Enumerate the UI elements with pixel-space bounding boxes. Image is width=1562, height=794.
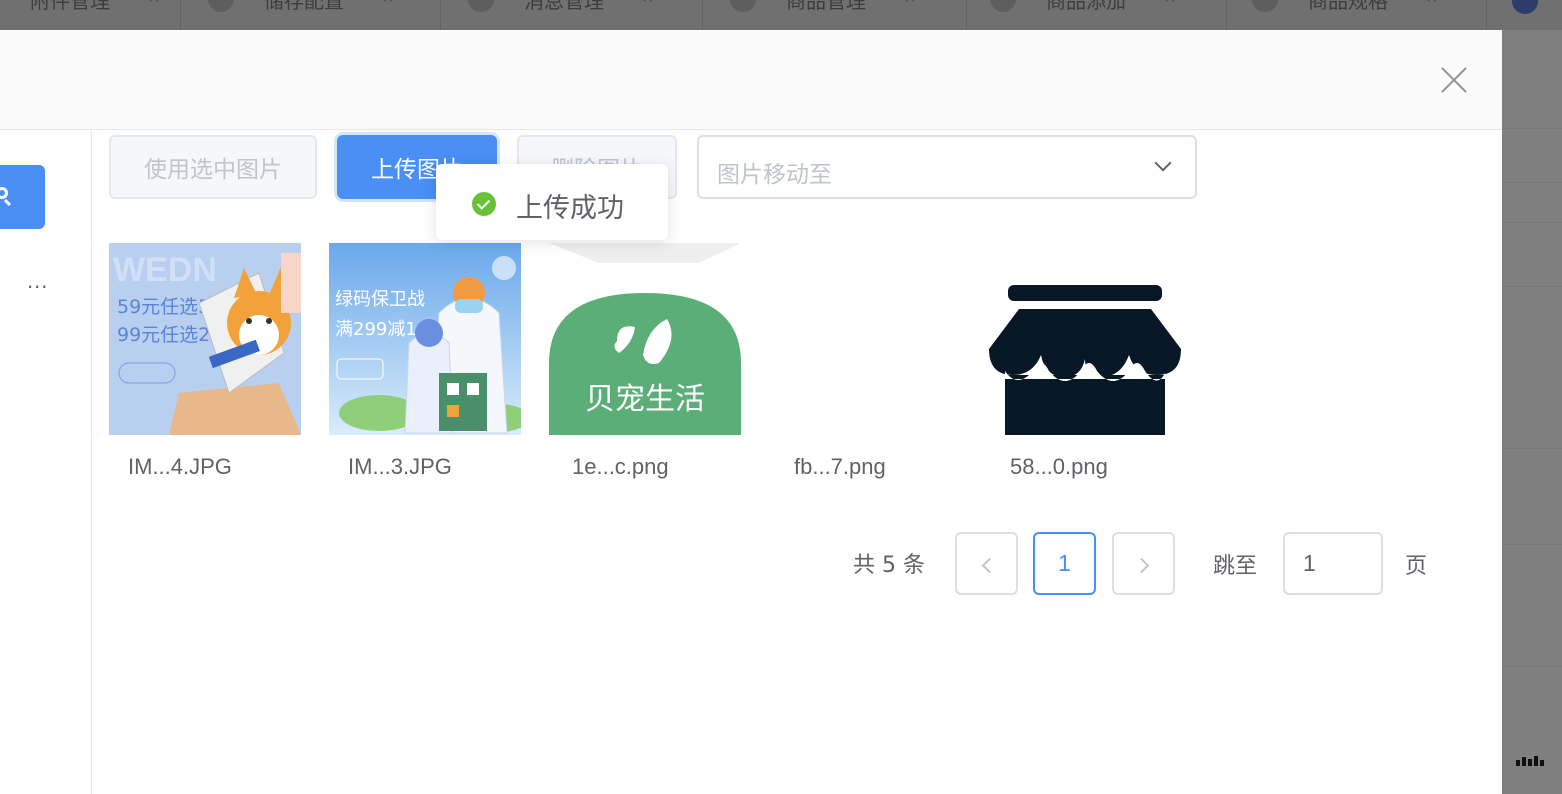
tab-divider (1486, 0, 1487, 30)
promo-cat-image: WEDN 59元任选5件 99元任选2件 (109, 243, 301, 435)
blank-image (769, 243, 961, 435)
store-icon (989, 243, 1181, 435)
image-filename: 1e...c.png (572, 454, 669, 479)
tab-storage[interactable]: 储存配置 × (208, 0, 394, 30)
image-card-3[interactable]: 贝宠生活 (549, 243, 741, 435)
use-selected-button[interactable]: 使用选中图片 (109, 135, 317, 199)
tab-divider (1226, 0, 1227, 30)
tab-label: 附件管理 (30, 0, 110, 13)
logo-text: 贝宠生活 (585, 382, 705, 417)
search-button[interactable] (0, 165, 45, 229)
tab-icon (208, 0, 234, 12)
background-divider (1502, 544, 1562, 545)
close-icon[interactable]: × (148, 0, 160, 8)
image-filename: fb...7.png (794, 454, 886, 479)
page-number-button[interactable]: 1 (1033, 532, 1096, 595)
tab-icon (468, 0, 494, 12)
dialog-header (0, 30, 1502, 130)
tab-messages[interactable]: 消息管理 × (468, 0, 654, 30)
promo-line: 绿码保卫战 (335, 289, 425, 310)
page-suffix: 页 (1405, 554, 1428, 579)
tab-label: 消息管理 (524, 0, 604, 13)
tab-product-spec[interactable]: 商品规格 × (1252, 0, 1438, 30)
tab-bar: 附件管理 × 储存配置 × 消息管理 × 商品管理 × 商品添加 × 商品规格 … (0, 0, 1562, 30)
select-placeholder: 图片移动至 (717, 162, 832, 188)
background-divider (1502, 222, 1562, 223)
watermark-logo (1516, 756, 1544, 766)
jump-page-input[interactable]: 1 (1283, 532, 1383, 595)
tab-divider (966, 0, 967, 30)
next-page-button[interactable] (1112, 532, 1175, 595)
background-divider (1502, 182, 1562, 183)
image-filename: IM...4.JPG (128, 454, 232, 479)
chevron-right-icon (1133, 557, 1150, 574)
close-icon[interactable] (1440, 66, 1468, 94)
toast-message: 上传成功 (516, 193, 624, 224)
search-icon (0, 187, 8, 199)
move-to-select[interactable]: 图片移动至 (697, 135, 1197, 199)
category-sidebar: ... (0, 131, 92, 794)
background-divider (1502, 128, 1562, 129)
more-icon[interactable]: ... (27, 270, 48, 292)
tab-icon (1252, 0, 1278, 12)
background-divider (1502, 448, 1562, 449)
tab-label: 储存配置 (264, 0, 344, 13)
tab-icon (730, 0, 756, 12)
chevron-down-icon (1154, 154, 1172, 172)
chevron-left-icon (981, 557, 998, 574)
image-card-1[interactable]: WEDN 59元任选5件 99元任选2件 (109, 243, 301, 435)
tab-products[interactable]: 商品管理 × (730, 0, 916, 30)
tab-label: 商品管理 (786, 0, 866, 13)
close-icon[interactable]: × (642, 0, 654, 8)
close-icon[interactable]: × (1164, 0, 1176, 8)
tab-divider (702, 0, 703, 30)
jump-label: 跳至 (1213, 554, 1258, 579)
image-card-2[interactable]: 绿码保卫战 满299减100 (329, 243, 521, 435)
tab-label: 商品添加 (1046, 0, 1126, 13)
close-icon[interactable]: × (1426, 0, 1438, 8)
promo-doctors-image: 绿码保卫战 满299减100 (329, 243, 521, 435)
pagination-total: 共 5 条 (853, 553, 925, 578)
image-card-5[interactable] (989, 243, 1181, 435)
image-filename: 58...0.png (1010, 454, 1108, 479)
close-icon[interactable]: × (382, 0, 394, 8)
check-circle-icon (472, 192, 496, 216)
image-filename: IM...3.JPG (348, 454, 452, 479)
image-card-4[interactable] (769, 243, 961, 435)
tab-label: 商品规格 (1308, 0, 1388, 13)
tab-product-add[interactable]: 商品添加 × (990, 0, 1176, 30)
prev-page-button[interactable] (955, 532, 1018, 595)
avatar[interactable] (1512, 0, 1538, 14)
background-divider (1502, 666, 1562, 667)
tab-icon (990, 0, 1016, 12)
tab-attachments[interactable]: 附件管理 × (0, 0, 160, 30)
tab-divider (180, 0, 181, 30)
svg-text:WEDN: WEDN (113, 251, 217, 289)
close-icon[interactable]: × (904, 0, 916, 8)
tab-divider (440, 0, 441, 30)
background-divider (1502, 286, 1562, 287)
beichong-logo-image: 贝宠生活 (549, 243, 741, 435)
success-toast: 上传成功 (436, 164, 668, 240)
